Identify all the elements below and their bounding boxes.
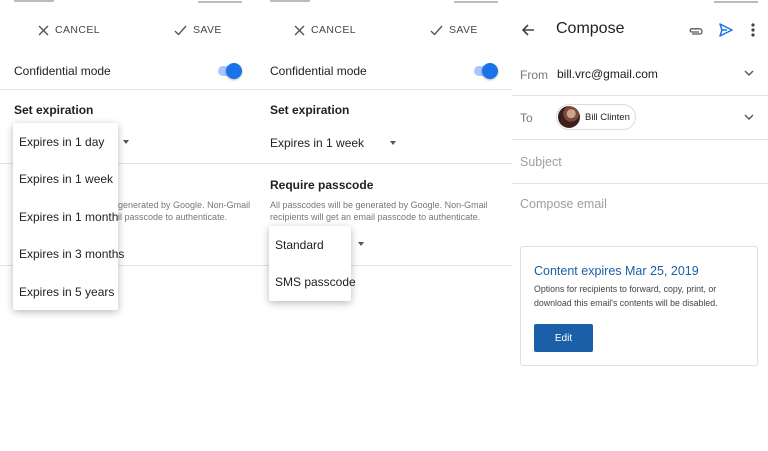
action-bar: CANCEL SAVE	[256, 20, 512, 44]
passcode-help-text: All passcodes will be generated by Googl…	[270, 200, 488, 222]
settings-panel-expiration-open: CANCEL SAVE Confidential mode Set expira…	[0, 0, 256, 451]
expiration-dropdown-menu: Expires in 1 day Expires in 1 week Expir…	[13, 123, 124, 311]
set-expiration-heading: Set expiration	[14, 103, 94, 117]
caret-down-icon	[358, 242, 364, 246]
body-input[interactable]: Compose email	[520, 197, 607, 211]
close-icon	[294, 25, 305, 35]
caret-down-icon	[390, 141, 397, 145]
status-bar	[256, 0, 512, 6]
cancel-label: CANCEL	[55, 24, 100, 36]
status-bar	[512, 0, 768, 6]
recipient-chip[interactable]: Bill Clinten	[556, 104, 636, 130]
from-row[interactable]: From bill.vrc@gmail.com	[512, 60, 768, 90]
divider	[256, 89, 512, 90]
edit-button[interactable]: Edit	[534, 324, 593, 352]
save-button[interactable]: SAVE	[174, 24, 222, 36]
cancel-button[interactable]: CANCEL	[294, 24, 356, 36]
expiration-select[interactable]: Expires in 1 week	[270, 136, 397, 150]
cancel-button[interactable]: CANCEL	[38, 24, 100, 36]
compose-header: Compose	[512, 18, 768, 44]
menu-item-expires-1-month[interactable]: Expires in 1 month	[13, 198, 118, 236]
status-bar	[0, 0, 256, 6]
menu-item-expires-3-months[interactable]: Expires in 3 months	[13, 236, 124, 274]
compose-panel: Compose From bill.vrc@gmail.com To Bill …	[512, 0, 768, 451]
menu-item-standard[interactable]: Standard	[269, 226, 351, 264]
action-bar: CANCEL SAVE	[0, 20, 256, 44]
passcode-dropdown-menu: Standard SMS passcode	[269, 226, 356, 302]
from-value: bill.vrc@gmail.com	[557, 67, 658, 81]
avatar	[558, 106, 580, 128]
check-icon	[430, 25, 443, 36]
confidential-mode-label: Confidential mode	[270, 64, 367, 78]
settings-panel-passcode-open: CANCEL SAVE Confidential mode Set expira…	[256, 0, 512, 451]
confidential-mode-toggle[interactable]	[216, 63, 242, 79]
divider	[256, 163, 512, 164]
confidential-mode-toggle[interactable]	[472, 63, 498, 79]
save-label: SAVE	[449, 24, 478, 36]
to-label: To	[520, 111, 533, 125]
menu-item-expires-1-week[interactable]: Expires in 1 week	[13, 161, 118, 199]
cancel-label: CANCEL	[311, 24, 356, 36]
save-label: SAVE	[193, 24, 222, 36]
divider	[0, 89, 256, 90]
subject-input[interactable]: Subject	[520, 155, 562, 169]
check-icon	[174, 25, 187, 36]
confidential-mode-row: Confidential mode	[0, 62, 256, 82]
send-icon[interactable]	[718, 22, 734, 43]
divider	[512, 95, 768, 96]
paperclip-icon[interactable]	[688, 24, 704, 42]
confidential-expiry-card: Content expires Mar 25, 2019 Options for…	[520, 246, 758, 366]
set-expiration-heading: Set expiration	[270, 103, 350, 117]
passcode-help-text: generated by Google. Non-Gmail il passco…	[118, 200, 251, 222]
chevron-down-icon[interactable]	[744, 70, 754, 77]
arrow-back-icon[interactable]	[520, 22, 536, 43]
confidential-mode-row: Confidential mode	[256, 62, 512, 82]
from-label: From	[520, 68, 548, 82]
menu-item-expires-5-years[interactable]: Expires in 5 years	[13, 273, 118, 311]
confidential-mode-label: Confidential mode	[14, 64, 111, 78]
card-description: Options for recipients to forward, copy,…	[534, 284, 718, 308]
card-title: Content expires Mar 25, 2019	[534, 264, 699, 278]
require-passcode-heading: Require passcode	[270, 178, 374, 192]
compose-title: Compose	[556, 20, 625, 37]
save-button[interactable]: SAVE	[430, 24, 478, 36]
divider	[512, 139, 768, 140]
more-vert-icon[interactable]	[750, 22, 756, 43]
divider	[512, 183, 768, 184]
caret-down-icon	[123, 140, 129, 144]
menu-item-sms-passcode[interactable]: SMS passcode	[269, 264, 356, 302]
close-icon	[38, 25, 49, 35]
expiration-value: Expires in 1 week	[270, 136, 365, 150]
recipient-name: Bill Clinten	[585, 111, 630, 123]
chevron-down-icon[interactable]	[744, 114, 754, 121]
menu-item-expires-1-day[interactable]: Expires in 1 day	[13, 123, 118, 161]
